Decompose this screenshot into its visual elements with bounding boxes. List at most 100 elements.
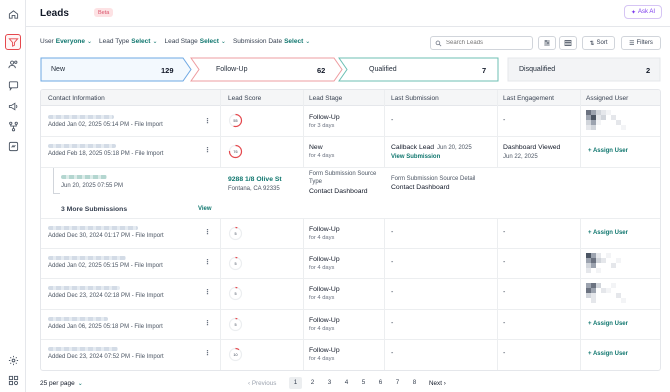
megaphone-icon[interactable]: [5, 98, 21, 114]
svg-text:5: 5: [234, 262, 236, 266]
svg-text:55: 55: [233, 119, 237, 123]
columns-toggle-button[interactable]: [538, 36, 556, 50]
workflow-icon[interactable]: [5, 118, 21, 134]
search-input[interactable]: [446, 40, 526, 46]
contact-name-redacted: [48, 115, 114, 119]
contact-name-redacted: [48, 286, 120, 290]
lead-score-ring: 5: [228, 286, 243, 301]
beta-badge: Beta: [94, 8, 114, 17]
chevron-down-icon: ⌄: [305, 39, 311, 45]
stage-disqualified[interactable]: Disqualified 2: [507, 57, 661, 82]
search-box: [430, 36, 533, 50]
sparkle-icon: ✦: [630, 9, 636, 16]
assign-user-button[interactable]: + Assign User: [588, 321, 628, 327]
row-menu-icon[interactable]: ⋮: [204, 349, 211, 357]
row-menu-icon[interactable]: ⋮: [204, 319, 211, 327]
settings-icon[interactable]: [5, 352, 21, 368]
page-title: Leads: [40, 8, 69, 19]
previous-page-button[interactable]: ‹ Previous: [248, 380, 276, 387]
table-row[interactable]: Added Jan 02, 2025 05:14 PM - File Impor…: [41, 107, 660, 137]
chat-icon[interactable]: [5, 77, 21, 93]
row-menu-icon[interactable]: ⋮: [204, 228, 211, 236]
row-menu-icon[interactable]: ⋮: [204, 117, 211, 125]
stage-follow-up[interactable]: Follow-Up 62: [190, 57, 344, 82]
view-toggle-button[interactable]: [559, 36, 577, 50]
table-row[interactable]: Added Jan 06, 2025 05:18 PM - File Impor…: [41, 310, 660, 340]
page-7[interactable]: 7: [391, 377, 404, 389]
header-score[interactable]: Lead Score: [228, 95, 261, 102]
page-header: Leads Beta ✦ Ask AI: [26, 0, 670, 27]
submission-date-filter[interactable]: Submission Date Select ⌄: [233, 38, 310, 45]
chevron-down-icon: ⌄: [87, 39, 93, 45]
svg-text:10: 10: [233, 353, 237, 357]
view-submission-link[interactable]: View Submission: [391, 154, 440, 160]
row-menu-icon[interactable]: ⋮: [204, 146, 211, 154]
page-6[interactable]: 6: [374, 377, 387, 389]
table-row[interactable]: Added Dec 23, 2024 07:52 PM - File Impor…: [41, 340, 660, 370]
filters-button[interactable]: ☰ Filters: [621, 36, 661, 50]
assign-user-button[interactable]: + Assign User: [588, 230, 628, 236]
tree-connector: [53, 193, 60, 194]
apps-icon[interactable]: [5, 372, 21, 388]
lead-score-ring: 5: [228, 256, 243, 271]
header-assigned-user[interactable]: Assigned User: [586, 95, 628, 102]
per-page-select[interactable]: 25 per page ⌄: [40, 380, 83, 387]
filter-bar: User Everyone ⌄ Lead Type Select ⌄ Lead …: [40, 38, 317, 45]
table-row[interactable]: Added Feb 18, 2025 05:18 PM - File Impor…: [41, 137, 660, 168]
lead-stage-filter[interactable]: Lead Stage Select ⌄: [164, 38, 225, 45]
stage-qualified[interactable]: Qualified 7: [338, 57, 500, 82]
contact-name-redacted: [48, 347, 118, 351]
chevron-down-icon: ⌄: [77, 381, 83, 387]
table-row[interactable]: Added Jan 02, 2025 05:15 PM - File Impor…: [41, 249, 660, 279]
tree-connector: [53, 168, 54, 193]
assign-user-button[interactable]: + Assign User: [588, 148, 628, 154]
table-row[interactable]: Added Dec 30, 2024 01:17 PM - File Impor…: [41, 219, 660, 249]
leads-table: Contact Information Lead Score Lead Stag…: [40, 89, 661, 371]
row-menu-icon[interactable]: ⋮: [204, 288, 211, 296]
ask-ai-button[interactable]: ✦ Ask AI: [623, 5, 662, 19]
sort-button[interactable]: ⇅ Sort: [582, 36, 615, 50]
chevron-down-icon: ⌄: [220, 39, 226, 45]
next-page-button[interactable]: Next ›: [429, 380, 446, 387]
user-filter[interactable]: User Everyone ⌄: [40, 38, 92, 45]
table-header: Contact Information Lead Score Lead Stag…: [41, 90, 660, 106]
lead-score-ring: 5: [228, 226, 243, 241]
header-stage[interactable]: Lead Stage: [309, 95, 342, 102]
header-contact[interactable]: Contact Information: [48, 95, 105, 102]
header-last-engagement[interactable]: Last Engagement: [503, 95, 554, 102]
view-more-link[interactable]: View: [198, 206, 212, 212]
page-8[interactable]: 8: [408, 377, 421, 389]
lead-score-ring: 5: [228, 317, 243, 332]
lead-score-ring: 76: [228, 144, 243, 159]
stage-new[interactable]: New 129: [40, 57, 192, 82]
svg-text:76: 76: [233, 150, 237, 154]
svg-text:5: 5: [234, 292, 236, 296]
expanded-submission: Jun 20, 2025 07:55 PM 9288 1/8 Olive St …: [41, 168, 660, 219]
address-line1: 9288 1/8 Olive St: [228, 176, 282, 183]
contact-name-redacted: [48, 226, 138, 230]
header-last-submission[interactable]: Last Submission: [391, 95, 439, 102]
page-2[interactable]: 2: [306, 377, 319, 389]
page-3[interactable]: 3: [323, 377, 336, 389]
users-icon[interactable]: [5, 56, 21, 72]
svg-text:5: 5: [234, 232, 236, 236]
svg-text:5: 5: [234, 323, 236, 327]
left-rail: [0, 0, 26, 392]
funnel-icon[interactable]: [5, 34, 21, 50]
home-icon[interactable]: [5, 6, 21, 22]
sort-icon: ⇅: [589, 40, 595, 47]
assign-user-button[interactable]: + Assign User: [588, 351, 628, 357]
row-menu-icon[interactable]: ⋮: [204, 258, 211, 266]
search-icon: [435, 40, 442, 46]
table-view-icon: [564, 40, 572, 46]
page-5[interactable]: 5: [357, 377, 370, 389]
integrations-icon[interactable]: [5, 138, 21, 154]
lead-type-filter[interactable]: Lead Type Select ⌄: [99, 38, 157, 45]
table-row[interactable]: Added Dec 23, 2024 02:18 PM - File Impor…: [41, 279, 660, 310]
page-4[interactable]: 4: [340, 377, 353, 389]
more-submissions[interactable]: 3 More Submissions: [61, 206, 127, 213]
columns-icon: [544, 40, 550, 46]
lead-score-ring: 55: [228, 113, 243, 128]
page-1[interactable]: 1: [289, 377, 302, 389]
contact-name-redacted: [48, 317, 108, 321]
